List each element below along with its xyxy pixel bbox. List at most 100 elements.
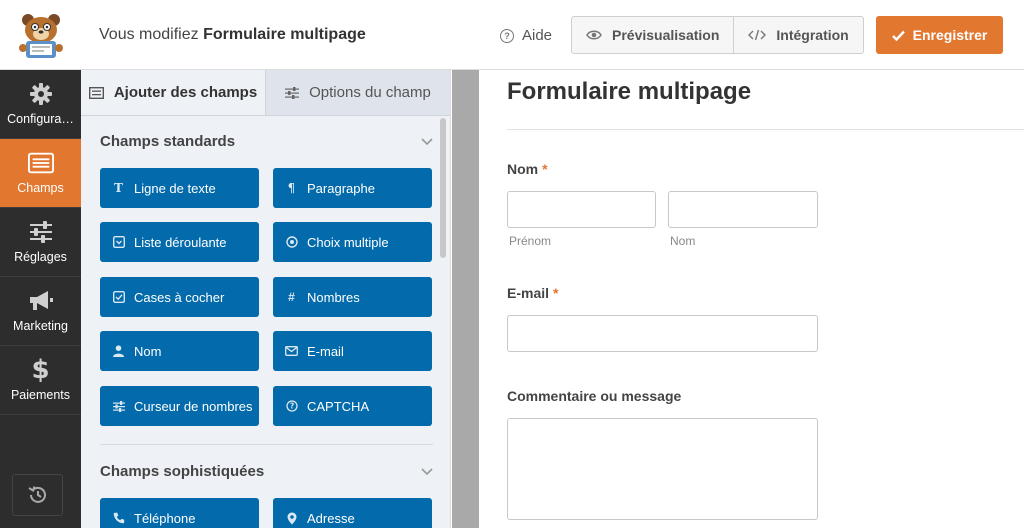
nav-label-fields: Champs: [17, 181, 64, 195]
top-header: Vous modifiez Formulaire multipage ? Aid…: [0, 0, 1024, 70]
sliders-icon: [285, 86, 300, 99]
panel-divider-strip: [452, 70, 479, 528]
embed-button[interactable]: Intégration: [733, 17, 862, 53]
field-label: Téléphone: [134, 510, 196, 526]
text-line-icon: T: [114, 181, 123, 195]
fancy-fields-header[interactable]: Champs sophistiquées: [100, 463, 433, 480]
field-button-dropdown[interactable]: Liste déroulante: [100, 222, 259, 262]
phone-icon: [112, 512, 125, 524]
field-label: Cases à cocher: [134, 289, 225, 305]
embed-label: Intégration: [776, 27, 849, 43]
preview-button[interactable]: Prévisualisation: [572, 17, 733, 53]
fields-panel: Ajouter des champs Options du champ Cham…: [81, 70, 451, 528]
field-label: Curseur de nombres: [134, 398, 253, 414]
bear-mascot-icon: [18, 14, 63, 58]
field-button-text-line[interactable]: T Ligne de texte: [100, 168, 259, 208]
required-asterisk: *: [553, 285, 559, 301]
map-pin-icon: [285, 512, 298, 525]
field-button-number-slider[interactable]: Curseur de nombres: [100, 386, 259, 426]
name-label-text: Nom: [507, 161, 539, 177]
chevron-down-icon: [421, 467, 433, 475]
sliders-icon: [28, 220, 54, 244]
fancy-fields-title: Champs sophistiquées: [100, 463, 265, 480]
field-label: Nombres: [307, 289, 360, 305]
field-label: Paragraphe: [307, 180, 375, 196]
question-icon: ?: [285, 400, 298, 412]
dollar-icon: $: [31, 355, 50, 385]
panel-tabs: Ajouter des champs Options du champ: [81, 70, 450, 116]
nav-label-payments: Paiements: [10, 388, 71, 402]
required-asterisk: *: [542, 161, 548, 177]
fields-icon: [27, 151, 54, 175]
email-label-text: E-mail: [507, 285, 550, 301]
field-button-multiple-choice[interactable]: Choix multiple: [273, 222, 432, 262]
section-divider: [100, 444, 433, 445]
wpforms-logo: [0, 0, 81, 70]
list-icon: [88, 86, 104, 99]
tab-field-options[interactable]: Options du champ: [266, 70, 450, 115]
field-button-email[interactable]: E-mail: [273, 331, 432, 371]
checkbox-icon: [112, 291, 125, 303]
first-name-sublabel: Prénom: [509, 234, 552, 248]
field-label: Nom: [134, 343, 162, 359]
email-input[interactable]: [507, 315, 818, 352]
radio-icon: [285, 236, 298, 248]
history-icon: [27, 486, 46, 503]
field-label: Liste déroulante: [134, 234, 227, 250]
field-button-phone[interactable]: Téléphone: [100, 498, 259, 528]
sliders-icon: [112, 400, 125, 412]
question-circle-icon: ?: [500, 28, 514, 43]
tab-label-add-fields: Ajouter des champs: [113, 84, 258, 101]
nav-item-setup[interactable]: Configura…: [0, 70, 81, 139]
save-label: Enregistrer: [912, 27, 988, 43]
revisions-button[interactable]: [12, 474, 63, 516]
field-button-address[interactable]: Adresse: [273, 498, 432, 528]
field-button-numbers[interactable]: # Nombres: [273, 277, 432, 317]
dropdown-icon: [112, 236, 125, 248]
tab-add-fields[interactable]: Ajouter des champs: [81, 70, 266, 115]
email-field-label: E-mail *: [507, 285, 558, 301]
editing-title: Vous modifiez Formulaire multipage: [99, 26, 366, 44]
help-link[interactable]: ? Aide: [500, 27, 552, 44]
field-button-paragraph[interactable]: ¶ Paragraphe: [273, 168, 432, 208]
editing-prefix: Vous modifiez: [99, 26, 199, 43]
nav-item-payments[interactable]: $ Paiements: [0, 346, 81, 415]
tab-label-field-options: Options du champ: [309, 84, 431, 101]
check-icon: [891, 30, 905, 41]
user-icon: [112, 345, 125, 357]
form-title: Formulaire multipage: [507, 78, 752, 105]
megaphone-icon: [28, 289, 54, 313]
hash-icon: #: [288, 290, 295, 304]
nav-label-marketing: Marketing: [13, 319, 68, 333]
code-icon: [748, 29, 767, 41]
field-label: E-mail: [307, 343, 344, 359]
last-name-sublabel: Nom: [670, 234, 696, 248]
field-label: CAPTCHA: [307, 398, 370, 414]
left-nav: Configura… Champs Réglages Marketing $ P…: [0, 70, 81, 528]
preview-embed-group: Prévisualisation Intégration: [571, 16, 864, 54]
chevron-down-icon: [421, 137, 433, 145]
comment-field-label: Commentaire ou message: [507, 388, 682, 404]
field-button-checkboxes[interactable]: Cases à cocher: [100, 277, 259, 317]
standard-fields-header[interactable]: Champs standards: [100, 133, 433, 150]
nav-label-settings: Réglages: [14, 250, 67, 264]
save-button[interactable]: Enregistrer: [876, 16, 1003, 54]
nav-item-settings[interactable]: Réglages: [0, 208, 81, 277]
nav-item-fields[interactable]: Champs: [0, 139, 81, 208]
nav-item-marketing[interactable]: Marketing: [0, 277, 81, 346]
form-preview: Formulaire multipage Nom * Prénom Nom E-m…: [479, 70, 1024, 528]
help-label: Aide: [522, 27, 553, 44]
comment-textarea[interactable]: [507, 418, 818, 520]
gear-icon: [28, 82, 54, 106]
title-divider: [507, 129, 1024, 130]
nav-label-setup: Configura…: [7, 112, 74, 126]
first-name-input[interactable]: [507, 191, 656, 228]
field-button-captcha[interactable]: ? CAPTCHA: [273, 386, 432, 426]
paragraph-icon: ¶: [287, 181, 296, 195]
standard-fields-title: Champs standards: [100, 133, 236, 150]
eye-icon: [586, 30, 602, 40]
field-label: Choix multiple: [307, 234, 389, 250]
panel-scrollbar[interactable]: [440, 118, 446, 258]
last-name-input[interactable]: [668, 191, 818, 228]
field-button-name[interactable]: Nom: [100, 331, 259, 371]
